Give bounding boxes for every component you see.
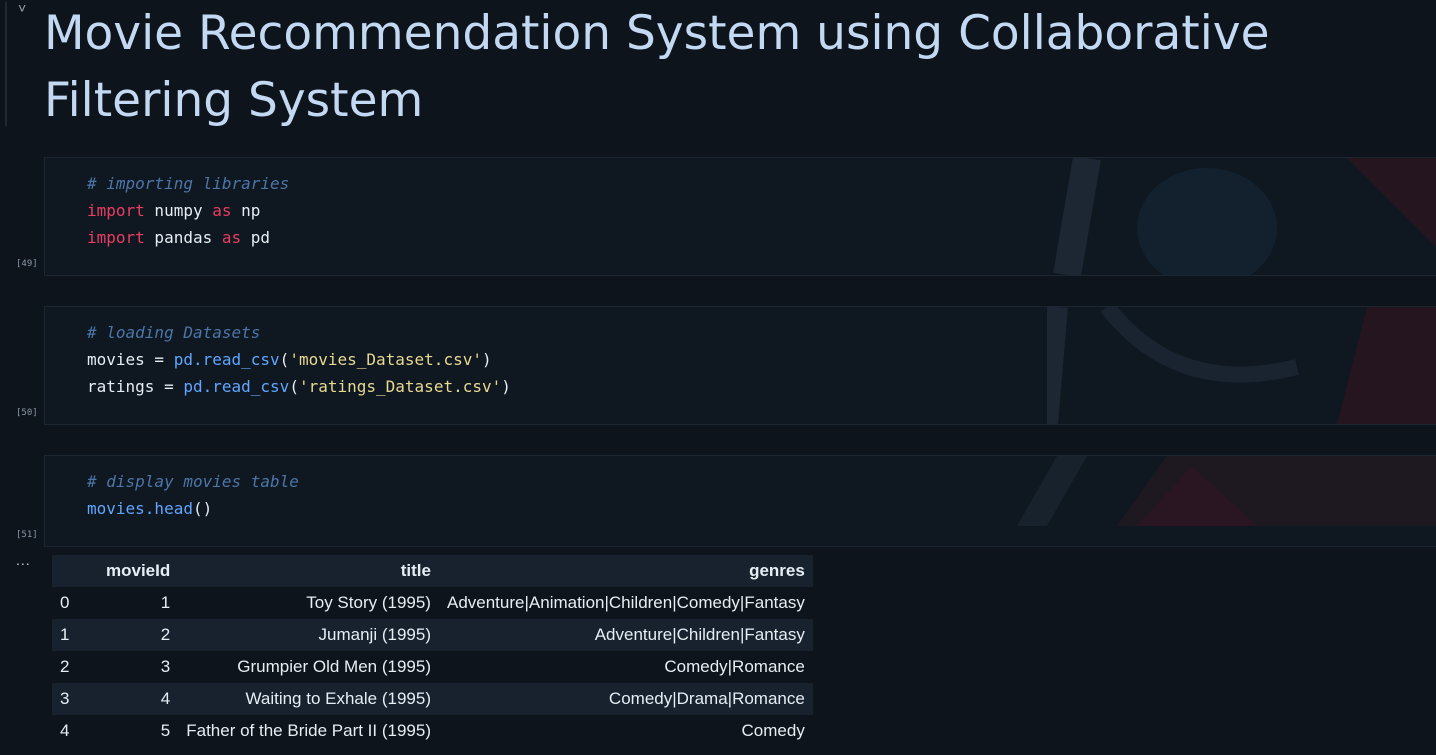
code-comment: # display movies table: [87, 472, 299, 491]
cell-genres: Adventure|Children|Fantasy: [594, 625, 805, 644]
operator: =: [154, 377, 184, 396]
cell-title: Grumpier Old Men (1995): [237, 657, 431, 676]
code-cell-load-datasets[interactable]: # loading Datasets movies = pd.read_csv(…: [44, 306, 1436, 425]
as-keyword: as: [221, 228, 242, 247]
string-literal: 'ratings_Dataset.csv': [298, 377, 502, 396]
table-row: 0 1 Toy Story (1995) Adventure|Animation…: [52, 587, 813, 619]
cell-genres: Comedy|Romance: [664, 657, 805, 676]
table-row: 4 5 Father of the Bride Part II (1995) C…: [52, 715, 813, 747]
code-cell-imports[interactable]: # importing libraries import numpy as np…: [44, 157, 1436, 276]
dataframe-output-table: movieId title genres 0 1 Toy Story (1995…: [52, 555, 813, 747]
cell-movieid: 4: [160, 689, 171, 708]
column-header-title: title: [178, 555, 439, 587]
code-comment: # importing libraries: [87, 174, 290, 193]
cell-title: Jumanji (1995): [318, 625, 431, 644]
variable-name: movies: [87, 350, 145, 369]
paren: (): [192, 499, 213, 518]
index-header: [52, 555, 98, 587]
cell-focus-bar: [5, 2, 7, 126]
function-call: movies.head: [87, 499, 193, 518]
background-wallpaper-art: [1047, 307, 1436, 424]
markdown-cell[interactable]: ˅ Movie Recommendation System using Coll…: [0, 0, 1436, 140]
row-index: 3: [60, 689, 70, 708]
cell-genres: Comedy: [741, 721, 805, 740]
paren: (: [289, 377, 299, 396]
code-editor[interactable]: # display movies table movies.head(): [87, 468, 299, 522]
string-literal: 'movies_Dataset.csv': [289, 350, 482, 369]
cell-title: Toy Story (1995): [306, 593, 431, 612]
import-keyword: import: [87, 201, 145, 220]
code-editor[interactable]: # loading Datasets movies = pd.read_csv(…: [87, 319, 511, 400]
variable-name: ratings: [87, 377, 155, 396]
as-keyword: as: [212, 201, 232, 220]
table-header-row: movieId title genres: [52, 555, 813, 587]
cell-movieid: 2: [160, 625, 171, 644]
cell-movieid: 5: [160, 721, 171, 740]
code-text: np: [231, 201, 261, 220]
table-row: 1 2 Jumanji (1995) Adventure|Children|Fa…: [52, 619, 813, 651]
code-editor[interactable]: # importing libraries import numpy as np…: [87, 170, 289, 251]
row-index: 2: [60, 657, 70, 676]
background-wallpaper-art: [1017, 456, 1436, 526]
background-wallpaper-art: [1053, 158, 1436, 275]
code-cell-display-movies[interactable]: # display movies table movies.head(): [44, 455, 1436, 547]
output-more-actions-icon[interactable]: ...: [16, 552, 31, 568]
column-header-genres: genres: [438, 555, 813, 587]
row-index: 1: [60, 625, 70, 644]
cell-title: Father of the Bride Part II (1995): [186, 721, 431, 740]
code-text: numpy: [144, 201, 213, 220]
cell-movieid: 1: [160, 593, 171, 612]
function-call: pd.read_csv: [183, 377, 290, 396]
column-header-movieid: movieId: [98, 555, 179, 587]
notebook-title: Movie Recommendation System using Collab…: [44, 6, 1270, 128]
execution-count: [51]: [16, 530, 38, 540]
code-comment: # loading Datasets: [87, 323, 261, 342]
import-keyword: import: [87, 228, 145, 247]
operator: =: [144, 350, 174, 369]
function-call: pd.read_csv: [173, 350, 280, 369]
collapse-chevron-icon[interactable]: ˅: [18, 0, 26, 16]
paren: (: [279, 350, 290, 369]
row-index: 0: [60, 593, 70, 612]
code-text: pd: [241, 228, 271, 247]
cell-movieid: 3: [160, 657, 171, 676]
paren: ): [501, 377, 511, 396]
execution-count: [50]: [16, 408, 38, 418]
cell-genres: Adventure|Animation|Children|Comedy|Fant…: [446, 593, 805, 612]
row-index: 4: [60, 721, 70, 740]
table-row: 2 3 Grumpier Old Men (1995) Comedy|Roman…: [52, 651, 813, 683]
paren: ): [481, 350, 492, 369]
code-text: pandas: [144, 228, 222, 247]
table-row: 3 4 Waiting to Exhale (1995) Comedy|Dram…: [52, 683, 813, 715]
execution-count: [49]: [16, 259, 38, 269]
cell-genres: Comedy|Drama|Romance: [608, 689, 805, 708]
cell-title: Waiting to Exhale (1995): [245, 689, 431, 708]
